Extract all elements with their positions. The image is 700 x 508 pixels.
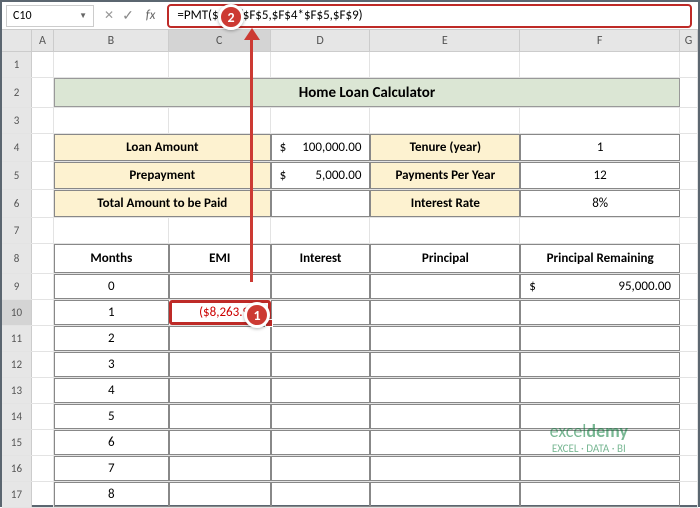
col-header-d[interactable]: D [271, 30, 371, 51]
row-11: 11 2 [2, 326, 698, 352]
row-header[interactable]: 9 [2, 274, 32, 299]
header-interest[interactable]: Interest [271, 244, 371, 273]
cell-remain-0[interactable]: $95,000.00 [520, 274, 680, 299]
row-header[interactable]: 13 [2, 378, 32, 403]
col-header-b[interactable]: B [54, 30, 169, 51]
row-header[interactable]: 11 [2, 326, 32, 351]
row-3: 3 [2, 108, 698, 134]
row-17: 17 8 [2, 482, 698, 508]
chevron-down-icon[interactable]: ▼ [79, 11, 87, 21]
formula-input[interactable]: =PMT($F$6/$F$5,$F$4*$F$5,$F$9) [167, 4, 692, 28]
arrow-line [250, 32, 253, 282]
col-header-g[interactable]: G [680, 30, 698, 51]
watermark: exceldemy EXCEL · DATA · BI [550, 420, 628, 455]
cell-reference-box[interactable]: C10 ▼ [6, 5, 94, 27]
row-12: 12 3 [2, 352, 698, 378]
cell-month-6[interactable]: 6 [54, 430, 169, 455]
row-8: 8 Months EMI Interest Principal Principa… [2, 244, 698, 274]
value-prepayment[interactable]: $5,000.00 [271, 162, 371, 189]
row-header[interactable]: 12 [2, 352, 32, 377]
row-header[interactable]: 16 [2, 456, 32, 481]
cell-month-3[interactable]: 3 [54, 352, 169, 377]
row-16: 16 7 [2, 456, 698, 482]
row-6: 6 Total Amount to be Paid Interest Rate … [2, 190, 698, 218]
header-remaining[interactable]: Principal Remaining [520, 244, 680, 273]
col-header-e[interactable]: E [370, 30, 520, 51]
row-header[interactable]: 8 [2, 244, 32, 273]
row-7: 7 [2, 218, 698, 244]
header-months[interactable]: Months [54, 244, 169, 273]
row-13: 13 4 [2, 378, 698, 404]
cell-month-8[interactable]: 8 [54, 482, 169, 507]
label-rate[interactable]: Interest Rate [370, 190, 520, 217]
label-ppy[interactable]: Payments Per Year [370, 162, 520, 189]
value-ppy[interactable]: 12 [520, 162, 680, 189]
row-2: 2 Home Loan Calculator [2, 78, 698, 108]
formula-buttons: ✕ ✓ fx [98, 7, 165, 24]
select-all-corner[interactable] [2, 30, 32, 51]
col-header-f[interactable]: F [520, 30, 680, 51]
row-9: 9 0 $95,000.00 [2, 274, 698, 300]
cancel-icon[interactable]: ✕ [104, 8, 114, 23]
fx-icon[interactable]: fx [142, 8, 160, 23]
label-loan-amount[interactable]: Loan Amount [54, 134, 271, 161]
formula-text: =PMT($F$6/$F$5,$F$4*$F$5,$F$9) [177, 8, 362, 23]
row-header[interactable]: 14 [2, 404, 32, 429]
value-tenure[interactable]: 1 [520, 134, 680, 161]
arrow-head-icon [244, 28, 260, 40]
value-loan-amount[interactable]: $100,000.00 [271, 134, 371, 161]
row-header[interactable]: 15 [2, 430, 32, 455]
row-5: 5 Prepayment $5,000.00 Payments Per Year… [2, 162, 698, 190]
value-rate[interactable]: 8% [520, 190, 680, 217]
cell-month-7[interactable]: 7 [54, 456, 169, 481]
row-10: 10 1 ($8,263.90) [2, 300, 698, 326]
row-header[interactable]: 4 [2, 134, 32, 161]
row-header[interactable]: 2 [2, 78, 32, 107]
callout-1: 1 [244, 302, 270, 328]
header-principal[interactable]: Principal [370, 244, 520, 273]
value-total-paid[interactable] [271, 190, 371, 217]
row-1: 1 [2, 52, 698, 78]
header-emi[interactable]: EMI [169, 244, 271, 273]
cell-month-4[interactable]: 4 [54, 378, 169, 403]
label-tenure[interactable]: Tenure (year) [370, 134, 520, 161]
row-header[interactable]: 1 [2, 52, 32, 77]
column-headers: A B C D E F G [2, 30, 698, 52]
formula-bar: C10 ▼ ✕ ✓ fx =PMT($F$6/$F$5,$F$4*$F$5,$F… [2, 2, 698, 30]
row-header[interactable]: 5 [2, 162, 32, 189]
row-header[interactable]: 3 [2, 108, 32, 133]
cell-month-2[interactable]: 2 [54, 326, 169, 351]
label-total-paid[interactable]: Total Amount to be Paid [54, 190, 271, 217]
cell-month-0[interactable]: 0 [54, 274, 169, 299]
cell-reference: C10 [13, 9, 32, 23]
callout-2: 2 [218, 4, 244, 30]
row-header[interactable]: 17 [2, 482, 32, 507]
row-header[interactable]: 10 [2, 300, 32, 325]
row-header[interactable]: 6 [2, 190, 32, 217]
title-cell[interactable]: Home Loan Calculator [54, 78, 680, 107]
col-header-a[interactable]: A [32, 30, 54, 51]
label-prepayment[interactable]: Prepayment [54, 162, 271, 189]
row-header[interactable]: 7 [2, 218, 32, 243]
row-4: 4 Loan Amount $100,000.00 Tenure (year) … [2, 134, 698, 162]
cell-month-1[interactable]: 1 [54, 300, 169, 325]
cell-month-5[interactable]: 5 [54, 404, 169, 429]
accept-icon[interactable]: ✓ [122, 7, 134, 24]
